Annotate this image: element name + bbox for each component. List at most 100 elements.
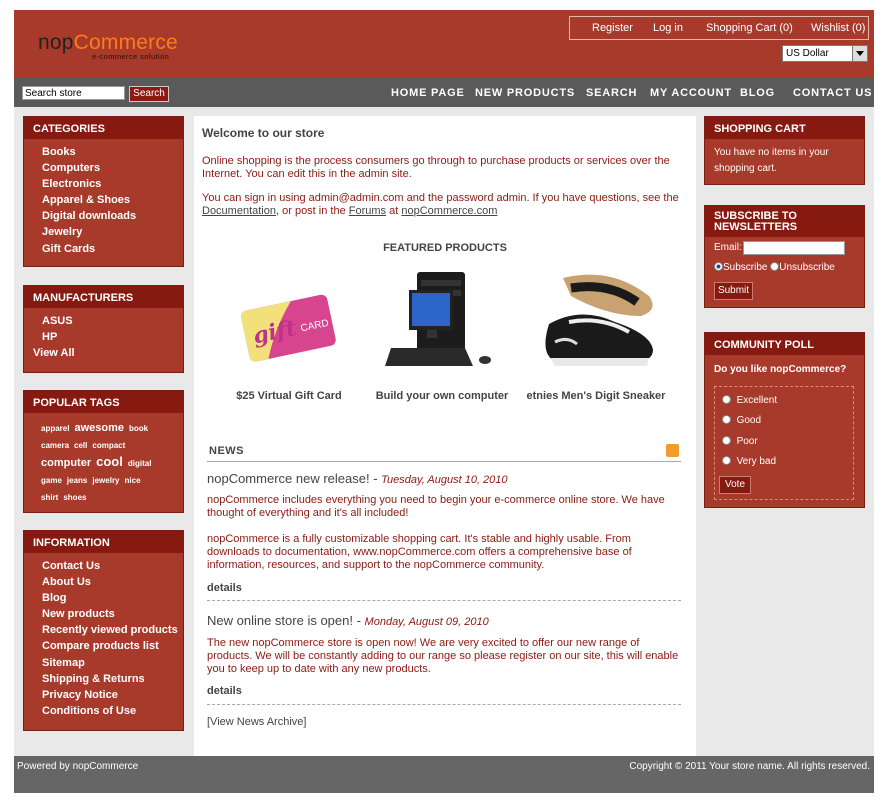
subscribe-radio[interactable] (714, 262, 723, 271)
menu-contact-us[interactable]: CONTACT US (793, 87, 872, 99)
category-link[interactable]: Jewelry (42, 226, 183, 242)
menu-new-products[interactable]: NEW PRODUCTS (475, 87, 575, 99)
tag-link[interactable]: book (129, 424, 148, 433)
news-item-title-text[interactable]: nopCommerce new release! (207, 471, 370, 486)
menu-search[interactable]: SEARCH (586, 87, 637, 99)
news-item-title[interactable]: nopCommerce new release! - Tuesday, Augu… (207, 471, 508, 486)
forums-link[interactable]: Forums (349, 205, 386, 217)
category-link[interactable]: Digital downloads (42, 210, 183, 226)
unsubscribe-label[interactable]: Unsubscribe (779, 262, 835, 273)
product-name[interactable]: Build your own computer (357, 390, 527, 402)
tag-link[interactable]: awesome (74, 422, 124, 434)
store-logo[interactable]: nopCommerce e-commerce solution (38, 32, 178, 62)
newsletter-email-label: Email: (714, 242, 742, 253)
newsletter-title: SUBSCRIBE TO NEWSLETTERS (705, 206, 864, 237)
newsletter-submit-button[interactable]: Submit (714, 282, 753, 300)
menu-my-account[interactable]: MY ACCOUNT (650, 87, 732, 99)
newsletter-title-line: NEWSLETTERS (714, 221, 798, 233)
page: nopCommerce e-commerce solution Register… (14, 10, 874, 793)
tag-link[interactable]: digital (128, 459, 152, 468)
tag-link[interactable]: camera (41, 441, 69, 450)
shopping-cart-link[interactable]: Shopping Cart (0) (706, 22, 793, 34)
nopcommerce-link[interactable]: nopCommerce.com (401, 205, 497, 217)
poll-option[interactable]: Poor (722, 436, 758, 447)
tag-link[interactable]: cool (96, 454, 123, 469)
sneaker-image[interactable] (511, 266, 681, 384)
news-details-link[interactable]: details (207, 582, 242, 594)
poll-vote-button[interactable]: Vote (719, 476, 751, 494)
tag-link[interactable]: computer (41, 457, 91, 469)
product-name[interactable]: $25 Virtual Gift Card (204, 390, 374, 402)
header-links: Register Log in Shopping Cart (0) Wishli… (569, 16, 869, 40)
info-link[interactable]: About Us (42, 576, 183, 592)
poll-radio[interactable] (722, 456, 731, 465)
rss-icon[interactable] (666, 444, 679, 457)
poll-radio[interactable] (722, 415, 731, 424)
product-name[interactable]: etnies Men's Digit Sneaker (511, 390, 681, 402)
info-link[interactable]: Privacy Notice (42, 689, 183, 705)
tag-link[interactable]: shirt (41, 493, 58, 502)
category-link[interactable]: Books (42, 146, 183, 162)
tag-link[interactable]: jeans (67, 476, 87, 485)
menu-blog[interactable]: BLOG (740, 87, 775, 99)
login-link[interactable]: Log in (653, 22, 683, 34)
info-link[interactable]: Conditions of Use (42, 705, 183, 721)
product-item[interactable]: gift CARD $25 Virtual Gift Card (204, 266, 374, 402)
tag-link[interactable]: shoes (63, 493, 86, 502)
information-block: INFORMATION Contact Us About Us Blog New… (23, 530, 184, 731)
subscribe-label[interactable]: Subscribe (723, 262, 767, 273)
register-link[interactable]: Register (592, 22, 633, 34)
currency-select[interactable]: US Dollar (782, 45, 868, 62)
tag-link[interactable]: apparel (41, 424, 69, 433)
info-link[interactable]: Contact Us (42, 560, 183, 576)
computer-image[interactable] (357, 266, 527, 384)
manufacturer-link[interactable]: ASUS (42, 315, 183, 331)
poll-option[interactable]: Good (722, 415, 761, 426)
news-item-title[interactable]: New online store is open! - Monday, Augu… (207, 613, 489, 628)
category-link[interactable]: Apparel & Shoes (42, 194, 183, 210)
news-archive-link[interactable]: [View News Archive] (207, 716, 306, 728)
poll-radio[interactable] (722, 395, 731, 404)
category-link[interactable]: Computers (42, 162, 183, 178)
info-link[interactable]: Shipping & Returns (42, 673, 183, 689)
tag-link[interactable]: nice (125, 476, 141, 485)
poll-option-label[interactable]: Good (737, 415, 761, 426)
news-item-body: nopCommerce includes everything you need… (207, 494, 665, 519)
poll-option[interactable]: Excellent (722, 395, 777, 406)
tag-link[interactable]: compact (92, 441, 125, 450)
documentation-link[interactable]: Documentation (202, 205, 276, 217)
product-item[interactable]: etnies Men's Digit Sneaker (511, 266, 681, 402)
info-link[interactable]: Compare products list (42, 640, 183, 656)
signin-text: You can sign in using admin@admin.com an… (202, 192, 688, 218)
info-link[interactable]: New products (42, 608, 183, 624)
menu-home-page[interactable]: HOME PAGE (391, 87, 465, 99)
poll-option-label[interactable]: Very bad (737, 456, 776, 467)
view-all-manufacturers-link[interactable]: View All (33, 347, 183, 363)
product-item[interactable]: Build your own computer (357, 266, 527, 402)
search-button[interactable]: Search (129, 86, 169, 102)
poll-option-label[interactable]: Excellent (737, 395, 778, 406)
poll-radio[interactable] (722, 436, 731, 445)
signin-text-part: , or post in the (276, 205, 346, 217)
news-details-link[interactable]: details (207, 685, 242, 697)
info-link[interactable]: Blog (42, 592, 183, 608)
gift-card-image[interactable]: gift CARD (204, 266, 374, 384)
poll-option-label[interactable]: Poor (737, 436, 758, 447)
tag-link[interactable]: cell (74, 441, 87, 450)
info-link[interactable]: Recently viewed products (42, 624, 183, 640)
manufacturer-link[interactable]: HP (42, 331, 183, 347)
manufacturers-block: MANUFACTURERS ASUS HP View All (23, 285, 184, 373)
news-title: NEWS (209, 445, 244, 457)
chevron-down-icon[interactable] (852, 46, 867, 61)
info-link[interactable]: Sitemap (42, 657, 183, 673)
unsubscribe-radio[interactable] (770, 262, 780, 271)
newsletter-email-input[interactable] (743, 241, 845, 255)
tag-link[interactable]: jewelry (92, 476, 119, 485)
category-link[interactable]: Electronics (42, 178, 183, 194)
search-input[interactable] (22, 86, 125, 100)
tag-link[interactable]: game (41, 476, 62, 485)
news-item-title-text[interactable]: New online store is open! (207, 613, 353, 628)
poll-option[interactable]: Very bad (722, 456, 776, 467)
category-link[interactable]: Gift Cards (42, 243, 183, 259)
wishlist-link[interactable]: Wishlist (0) (811, 22, 865, 34)
